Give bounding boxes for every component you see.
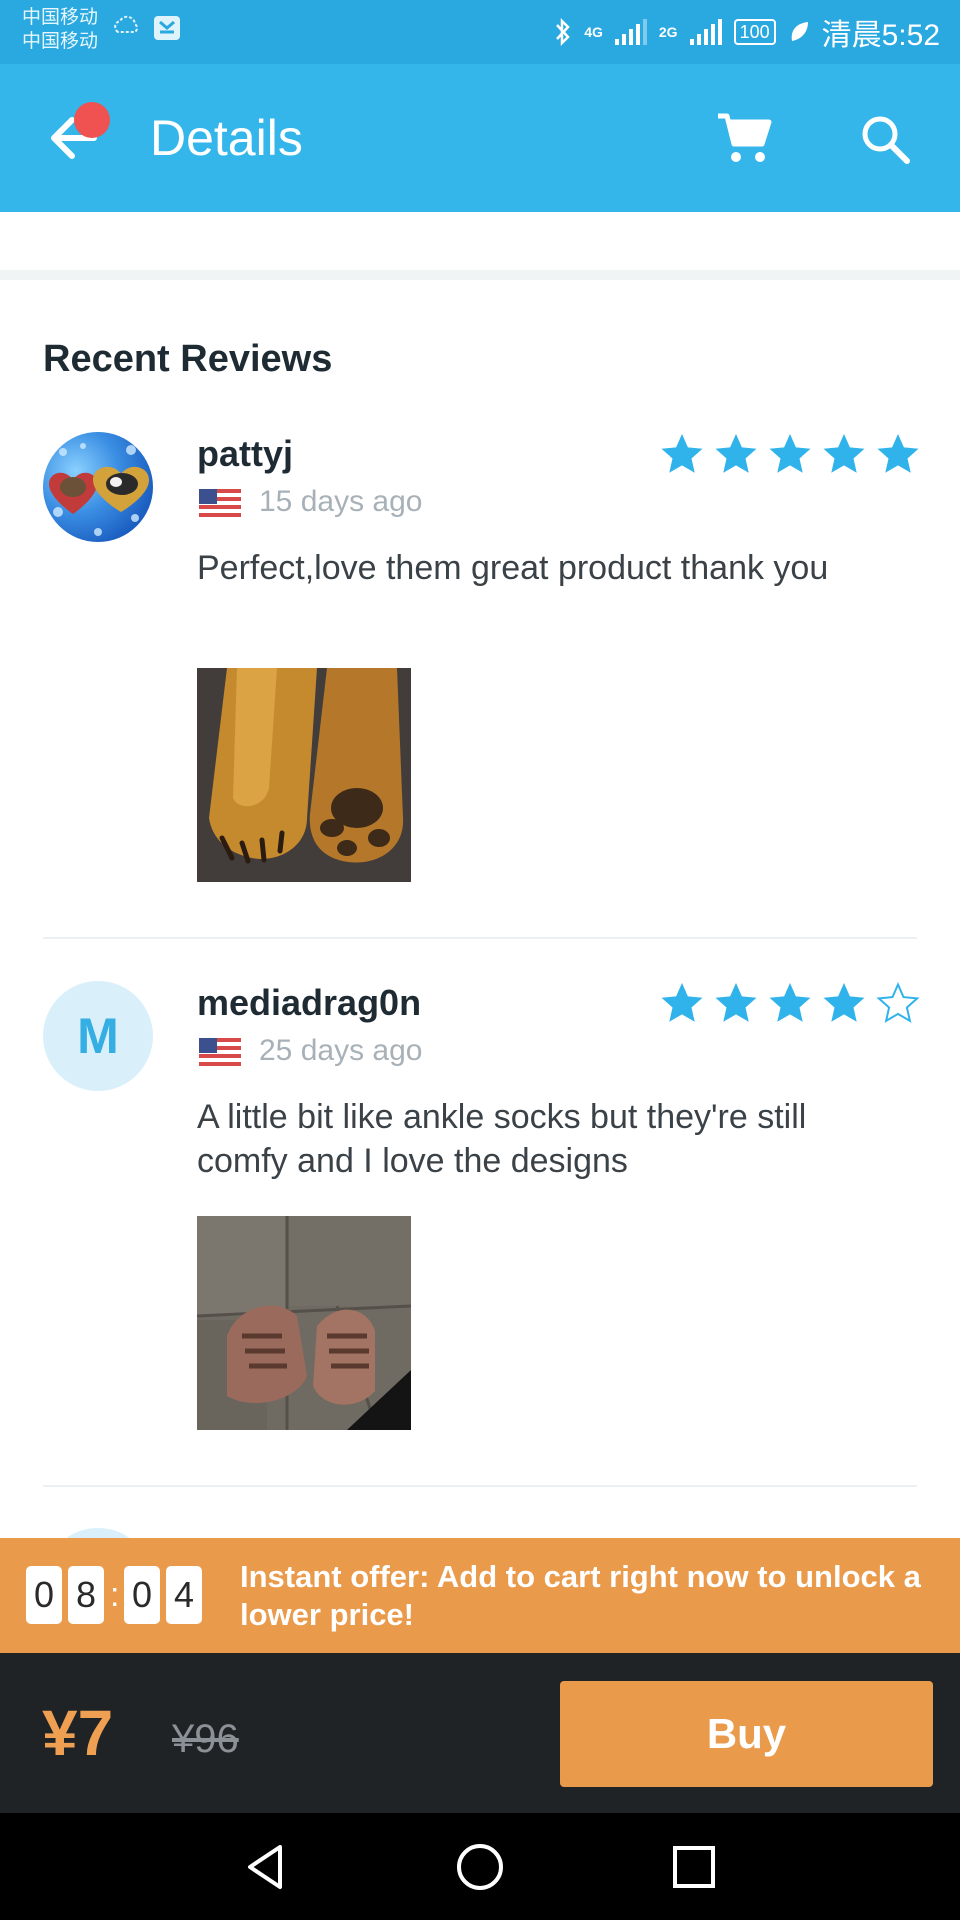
review-separator	[43, 1485, 917, 1487]
review-date: 25 days ago	[259, 1034, 423, 1067]
buy-button[interactable]: Buy	[560, 1681, 933, 1787]
avatar[interactable]: M	[43, 981, 153, 1091]
reviewer-name: mediadrag0n	[197, 982, 422, 1023]
search-icon[interactable]	[858, 112, 912, 166]
carrier-labels: 中国移动 中国移动	[22, 6, 98, 54]
section-divider	[0, 270, 960, 280]
cart-icon[interactable]	[716, 110, 772, 166]
review-date: 15 days ago	[259, 485, 423, 518]
timer-digit: 0	[124, 1566, 160, 1624]
signal-icon-1	[614, 19, 647, 45]
app-bar: Details	[0, 64, 960, 212]
system-nav-bar	[0, 1813, 960, 1920]
review-text: Perfect,love them great product thank yo…	[197, 549, 829, 587]
review-photo-image	[197, 1216, 411, 1430]
star-filled-icon	[769, 983, 811, 1022]
us-flag-icon	[199, 489, 241, 517]
star-filled-icon	[823, 983, 865, 1022]
review-photo[interactable]	[197, 1216, 411, 1430]
avatar[interactable]	[43, 432, 153, 542]
purchase-bar: ¥7 ¥96 Buy	[0, 1653, 960, 1813]
star-filled-icon	[823, 434, 865, 473]
star-filled-icon	[661, 983, 703, 1022]
timer-digit: 0	[26, 1566, 62, 1624]
star-filled-icon	[661, 434, 703, 473]
carrier-1: 中国移动	[22, 7, 99, 28]
offer-text: Instant offer: Add to cart right now to …	[240, 1559, 921, 1632]
signal-icon-2	[689, 19, 722, 45]
rating-stars	[660, 432, 920, 476]
bluetooth-icon	[556, 17, 570, 47]
timer-colon: :	[110, 1575, 120, 1614]
star-outline-icon	[876, 982, 920, 1023]
instant-offer-banner[interactable]: 0 8 : 0 4 Instant offer: Add to cart rig…	[0, 1538, 960, 1653]
battery-icon: 100	[733, 19, 776, 45]
back-triangle-icon[interactable]	[240, 1841, 292, 1893]
countdown-timer: 0 8 : 0 4	[26, 1566, 202, 1624]
timer-digit: 8	[68, 1566, 104, 1624]
original-price: ¥96	[172, 1717, 239, 1761]
star-filled-icon	[715, 434, 757, 473]
clock: 清晨5:52	[821, 19, 940, 52]
recents-square-icon[interactable]	[668, 1841, 720, 1893]
star-filled-icon	[769, 434, 811, 473]
page-title: Details	[150, 110, 303, 166]
notification-icons	[112, 14, 182, 42]
app-notification-icon	[154, 16, 180, 40]
network-type-2: 2G	[658, 24, 678, 40]
notification-dot	[74, 102, 110, 138]
timer-digit: 4	[166, 1566, 202, 1624]
home-circle-icon[interactable]	[454, 1841, 506, 1893]
avatar-photo	[49, 443, 149, 536]
rating-stars	[660, 981, 920, 1025]
system-status: 4G 2G 100 清晨5:52	[554, 0, 940, 64]
section-title: Recent Reviews	[43, 338, 333, 380]
status-bar: 中国移动 中国移动 4G 2G 100 清晨5:52	[0, 0, 960, 64]
review-photo[interactable]	[197, 668, 411, 882]
leaf-icon	[791, 22, 808, 41]
network-type-1: 4G	[584, 24, 603, 40]
review-separator	[43, 937, 917, 939]
reviewer-name: pattyj	[197, 433, 294, 474]
current-price: ¥7	[42, 1697, 114, 1769]
review-text: A little bit like ankle socks but they'r…	[197, 1098, 807, 1180]
carrier-2: 中国移动	[22, 31, 99, 52]
review-photo-image	[197, 668, 411, 882]
star-filled-icon	[877, 434, 919, 473]
weather-icon	[114, 15, 138, 33]
us-flag-icon	[199, 1038, 241, 1066]
star-filled-icon	[715, 983, 757, 1022]
